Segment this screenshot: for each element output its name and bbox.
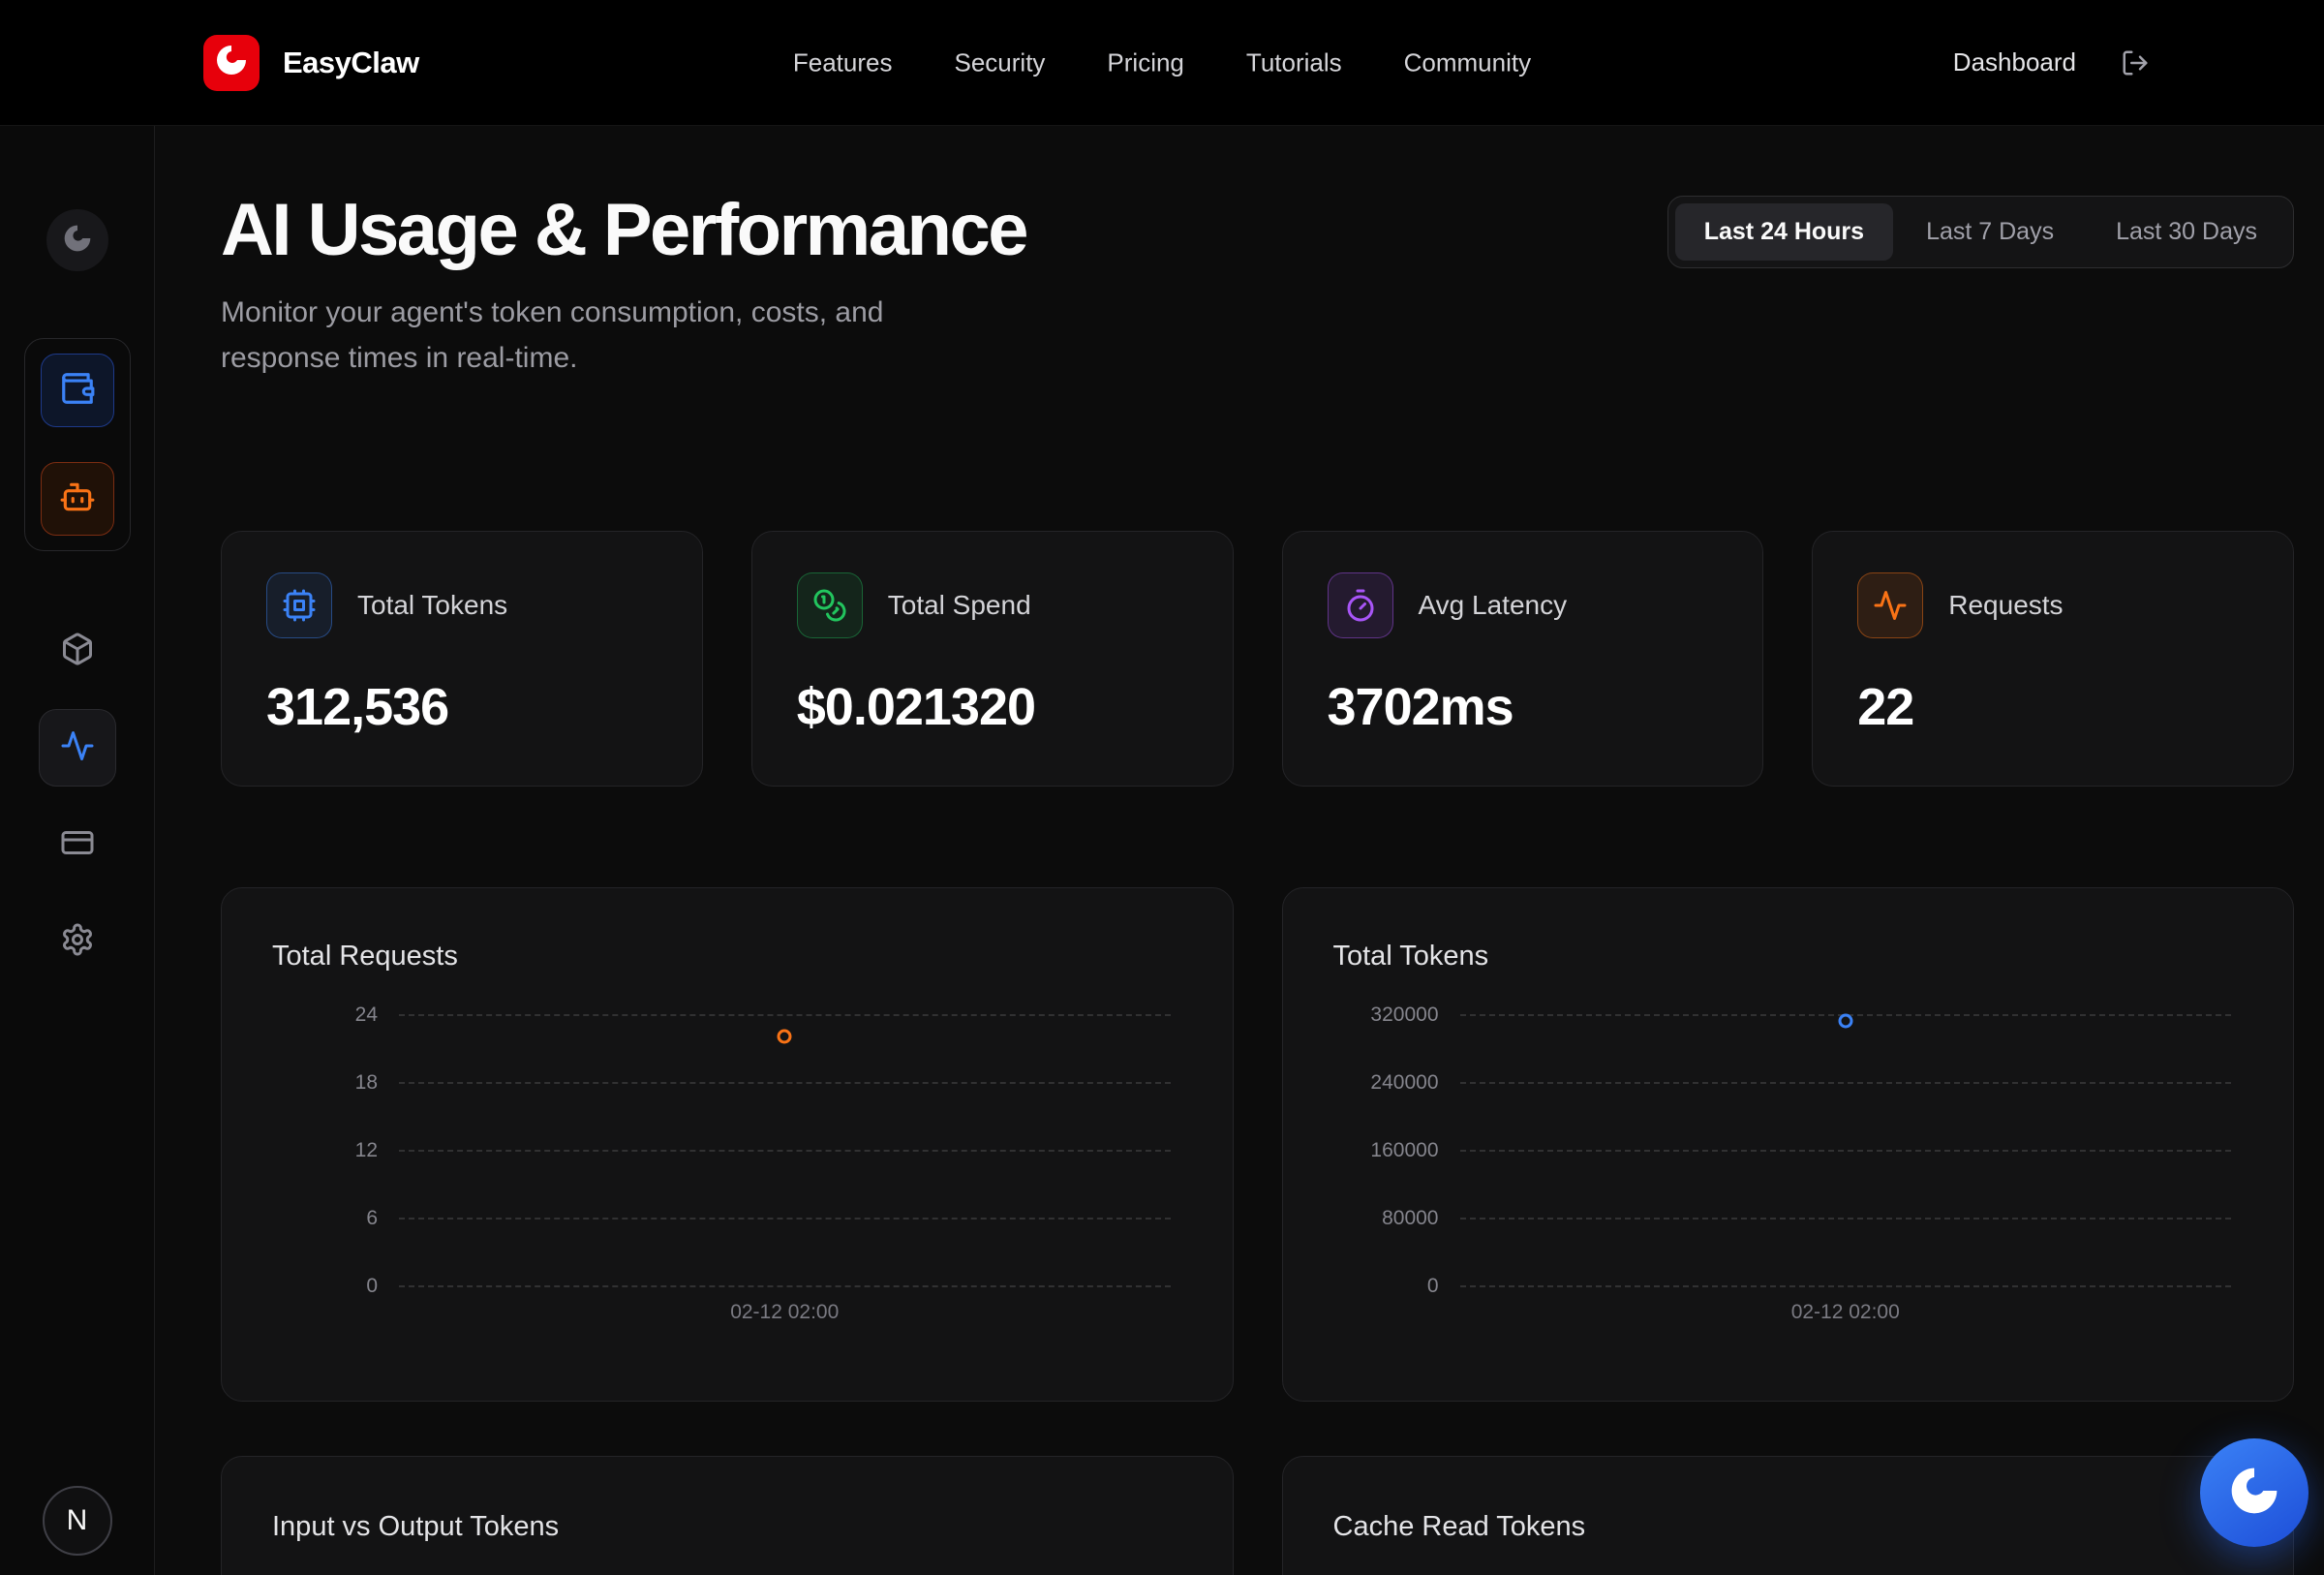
robot-icon bbox=[59, 479, 96, 520]
nav-link-tutorials[interactable]: Tutorials bbox=[1246, 47, 1342, 77]
coins-icon bbox=[797, 572, 863, 638]
bottom-chart-row: Input vs Output Tokens Cache Read Tokens bbox=[221, 1456, 2294, 1575]
gridline: 80000 bbox=[1460, 1218, 2232, 1220]
stat-card-avg-latency: Avg Latency 3702ms bbox=[1282, 531, 1764, 787]
claw-icon bbox=[214, 43, 249, 82]
chart-card-input-output-tokens: Input vs Output Tokens bbox=[221, 1456, 1234, 1575]
nav-link-features[interactable]: Features bbox=[793, 47, 893, 77]
sidebar-nav bbox=[39, 612, 116, 980]
y-tick-label: 80000 bbox=[1382, 1207, 1438, 1230]
page: EasyClaw Features Security Pricing Tutor… bbox=[0, 0, 2324, 1575]
activity-icon bbox=[60, 728, 95, 768]
gridline: 0 bbox=[399, 1285, 1171, 1287]
sidebar-item-billing[interactable] bbox=[39, 806, 116, 883]
y-tick-label: 6 bbox=[366, 1207, 378, 1230]
chart-plot: 08000016000024000032000002-12 02:00 bbox=[1460, 1014, 2232, 1285]
stat-card-total-tokens: Total Tokens 312,536 bbox=[221, 531, 703, 787]
top-navbar: EasyClaw Features Security Pricing Tutor… bbox=[0, 0, 2324, 126]
stat-value: $0.021320 bbox=[797, 677, 1188, 737]
dashboard-link[interactable]: Dashboard bbox=[1953, 47, 2076, 77]
stat-value: 3702ms bbox=[1328, 677, 1719, 737]
time-range-selector: Last 24 Hours Last 7 Days Last 30 Days bbox=[1667, 196, 2294, 268]
y-tick-label: 240000 bbox=[1370, 1071, 1438, 1095]
y-tick-label: 160000 bbox=[1370, 1139, 1438, 1162]
sidebar-avatar[interactable] bbox=[46, 209, 108, 271]
activity-icon bbox=[1857, 572, 1923, 638]
stat-label: Avg Latency bbox=[1419, 590, 1568, 621]
shell: N AI Usage & Performance Monitor your ag… bbox=[0, 126, 2324, 1575]
page-header: AI Usage & Performance Monitor your agen… bbox=[221, 126, 2294, 381]
time-range-7d[interactable]: Last 7 Days bbox=[1897, 203, 2083, 261]
chart-plot: 0612182402-12 02:00 bbox=[399, 1014, 1171, 1285]
nav-link-security[interactable]: Security bbox=[954, 47, 1045, 77]
sidebar-item-wallet[interactable] bbox=[41, 354, 114, 427]
chat-widget-button[interactable] bbox=[2200, 1438, 2309, 1547]
chart-title: Cache Read Tokens bbox=[1333, 1511, 2232, 1543]
gridline: 18 bbox=[399, 1082, 1171, 1084]
page-subtitle: Monitor your agent's token consumption, … bbox=[221, 290, 986, 381]
chart-row: Total Requests 0 6 12 18 24 02-12 02:00 Total… bbox=[221, 887, 2294, 1402]
gridline: 240000 bbox=[1460, 1082, 2232, 1084]
stat-label: Requests bbox=[1948, 590, 2063, 621]
sidebar-agent-group bbox=[24, 338, 131, 551]
sidebar-user-avatar[interactable]: N bbox=[43, 1486, 112, 1556]
gridline: 0 bbox=[1460, 1285, 2232, 1287]
brand-name: EasyClaw bbox=[283, 46, 419, 80]
nav-link-community[interactable]: Community bbox=[1404, 47, 1531, 77]
time-range-24h[interactable]: Last 24 Hours bbox=[1675, 203, 1893, 261]
stat-label: Total Spend bbox=[888, 590, 1031, 621]
stat-value: 312,536 bbox=[266, 677, 657, 737]
data-point bbox=[1838, 1013, 1852, 1028]
gear-icon bbox=[60, 922, 95, 962]
main-content: AI Usage & Performance Monitor your agen… bbox=[155, 126, 2324, 1575]
gridline: 24 bbox=[399, 1014, 1171, 1016]
logout-icon[interactable] bbox=[2121, 48, 2150, 77]
main-nav: Features Security Pricing Tutorials Comm… bbox=[793, 47, 1531, 77]
wallet-icon bbox=[59, 370, 96, 412]
y-tick-label: 24 bbox=[355, 1004, 378, 1027]
y-tick-label: 0 bbox=[1427, 1275, 1439, 1298]
chart-title: Total Requests bbox=[272, 941, 1171, 973]
sidebar-item-settings[interactable] bbox=[39, 903, 116, 980]
stat-card-requests: Requests 22 bbox=[1812, 531, 2294, 787]
cpu-icon bbox=[266, 572, 332, 638]
chart-card-cache-read-tokens: Cache Read Tokens bbox=[1282, 1456, 2295, 1575]
page-header-left: AI Usage & Performance Monitor your agen… bbox=[221, 126, 1026, 381]
gridline: 6 bbox=[399, 1218, 1171, 1220]
stat-cards: Total Tokens 312,536 Total Spend $0.0213… bbox=[221, 531, 2294, 787]
time-range-30d[interactable]: Last 30 Days bbox=[2087, 203, 2286, 261]
sidebar-item-packages[interactable] bbox=[39, 612, 116, 690]
y-tick-label: 0 bbox=[366, 1275, 378, 1298]
navbar-right: Dashboard bbox=[1953, 47, 2150, 77]
gridline: 12 bbox=[399, 1150, 1171, 1152]
timer-icon bbox=[1328, 572, 1393, 638]
chart-card-total-requests: Total Requests 0 6 12 18 24 02-12 02:00 bbox=[221, 887, 1234, 1402]
claw-icon bbox=[62, 223, 93, 259]
y-tick-label: 320000 bbox=[1370, 1004, 1438, 1027]
easyclaw-logo bbox=[203, 35, 260, 91]
data-point bbox=[778, 1030, 792, 1044]
chart-card-total-tokens: Total Tokens 0 80000 160000 240000 320000 02-… bbox=[1282, 887, 2295, 1402]
chart-title: Total Tokens bbox=[1333, 941, 2232, 973]
sidebar: N bbox=[0, 126, 155, 1575]
brand[interactable]: EasyClaw bbox=[203, 35, 419, 91]
sidebar-item-usage[interactable] bbox=[39, 709, 116, 787]
claw-icon bbox=[2227, 1464, 2281, 1523]
x-tick-label: 02-12 02:00 bbox=[730, 1301, 839, 1324]
page-title: AI Usage & Performance bbox=[221, 188, 1026, 272]
cube-icon bbox=[60, 632, 95, 671]
y-tick-label: 12 bbox=[355, 1139, 378, 1162]
gridline: 160000 bbox=[1460, 1150, 2232, 1152]
credit-card-icon bbox=[60, 825, 95, 865]
stat-card-total-spend: Total Spend $0.021320 bbox=[751, 531, 1234, 787]
nav-link-pricing[interactable]: Pricing bbox=[1107, 47, 1183, 77]
stat-label: Total Tokens bbox=[357, 590, 507, 621]
stat-value: 22 bbox=[1857, 677, 2248, 737]
x-tick-label: 02-12 02:00 bbox=[1791, 1301, 1900, 1324]
sidebar-item-agent[interactable] bbox=[41, 462, 114, 536]
y-tick-label: 18 bbox=[355, 1071, 378, 1095]
chart-title: Input vs Output Tokens bbox=[272, 1511, 1171, 1543]
avatar-initial: N bbox=[67, 1504, 88, 1537]
